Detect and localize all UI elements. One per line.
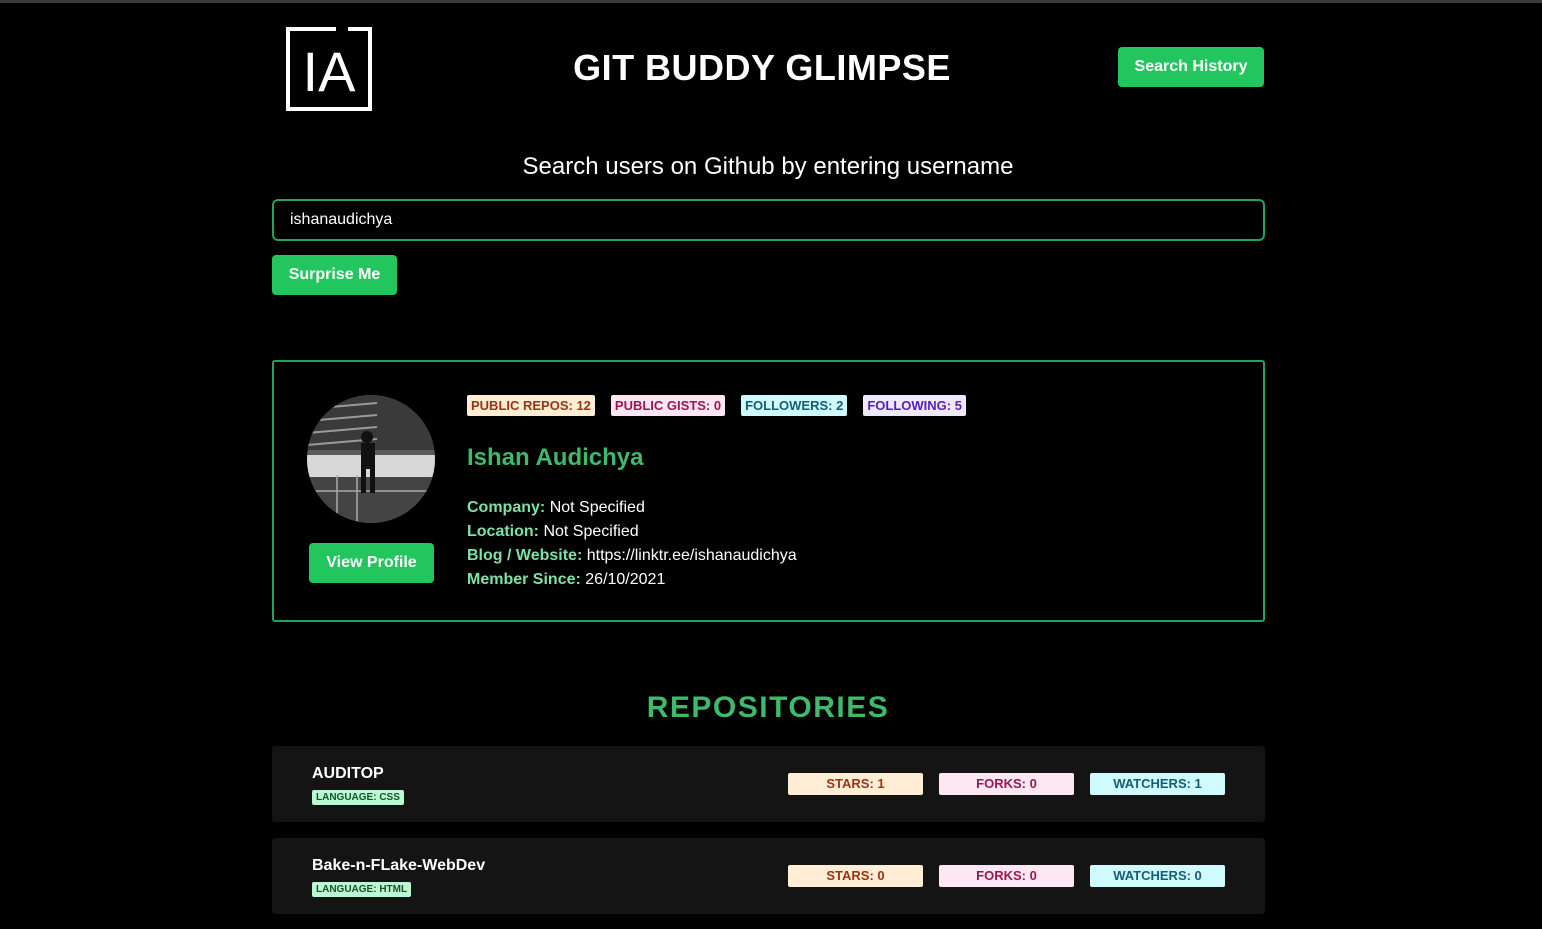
repo-card[interactable]: AUDITOP LANGUAGE: CSS STARS: 1 FORKS: 0 … (272, 746, 1265, 822)
repo-name[interactable]: Bake-n-FLake-WebDev (312, 857, 485, 875)
repo-language-badge: LANGUAGE: HTML (312, 882, 412, 897)
repo-forks-badge: FORKS: 0 (939, 773, 1074, 795)
repo-name[interactable]: AUDITOP (312, 765, 384, 783)
location-label: Location: (467, 523, 539, 540)
repo-stats: STARS: 0 FORKS: 0 WATCHERS: 0 (788, 865, 1225, 887)
location-value: Not Specified (543, 523, 639, 540)
company-label: Company: (467, 499, 546, 516)
repo-watchers-badge: WATCHERS: 0 (1090, 865, 1225, 887)
username-search-input[interactable] (272, 199, 1265, 241)
repo-watchers-badge: WATCHERS: 1 (1090, 773, 1225, 795)
public-repos-badge: PUBLIC REPOS: 12 (467, 395, 595, 416)
company-row: Company: Not Specified (467, 496, 797, 520)
member-since-row: Member Since: 26/10/2021 (467, 568, 797, 592)
blog-label: Blog / Website: (467, 547, 583, 564)
repo-card[interactable]: Bake-n-FLake-WebDev LANGUAGE: HTML STARS… (272, 838, 1265, 914)
repositories-heading: REPOSITORIES (646, 691, 890, 724)
avatar (307, 395, 435, 523)
app-title: GIT BUDDY GLIMPSE (573, 47, 951, 88)
followers-badge: FOLLOWERS: 2 (741, 395, 848, 416)
view-profile-button[interactable]: View Profile (309, 543, 434, 583)
profile-name: Ishan Audichya (467, 444, 644, 471)
surprise-me-button[interactable]: Surprise Me (272, 255, 397, 295)
repo-language-badge: LANGUAGE: CSS (312, 790, 404, 805)
search-history-button[interactable]: Search History (1118, 47, 1264, 87)
blog-row: Blog / Website: https://linktr.ee/ishana… (467, 544, 797, 568)
location-row: Location: Not Specified (467, 520, 797, 544)
profile-details: Company: Not Specified Location: Not Spe… (467, 496, 797, 592)
member-since-value: 26/10/2021 (585, 571, 666, 588)
repo-forks-badge: FORKS: 0 (939, 865, 1074, 887)
blog-value: https://linktr.ee/ishanaudichya (586, 547, 797, 564)
repo-stats: STARS: 1 FORKS: 0 WATCHERS: 1 (788, 773, 1225, 795)
member-since-label: Member Since: (467, 571, 581, 588)
repo-stars-badge: STARS: 0 (788, 865, 923, 887)
public-gists-badge: PUBLIC GISTS: 0 (610, 395, 726, 416)
profile-card: View Profile PUBLIC REPOS: 12 PUBLIC GIS… (272, 360, 1265, 622)
company-value: Not Specified (549, 499, 645, 516)
repo-stars-badge: STARS: 1 (788, 773, 923, 795)
search-prompt: Search users on Github by entering usern… (522, 153, 1014, 180)
profile-stats: PUBLIC REPOS: 12 PUBLIC GISTS: 0 FOLLOWE… (467, 395, 966, 416)
following-badge: FOLLOWING: 5 (863, 395, 966, 416)
